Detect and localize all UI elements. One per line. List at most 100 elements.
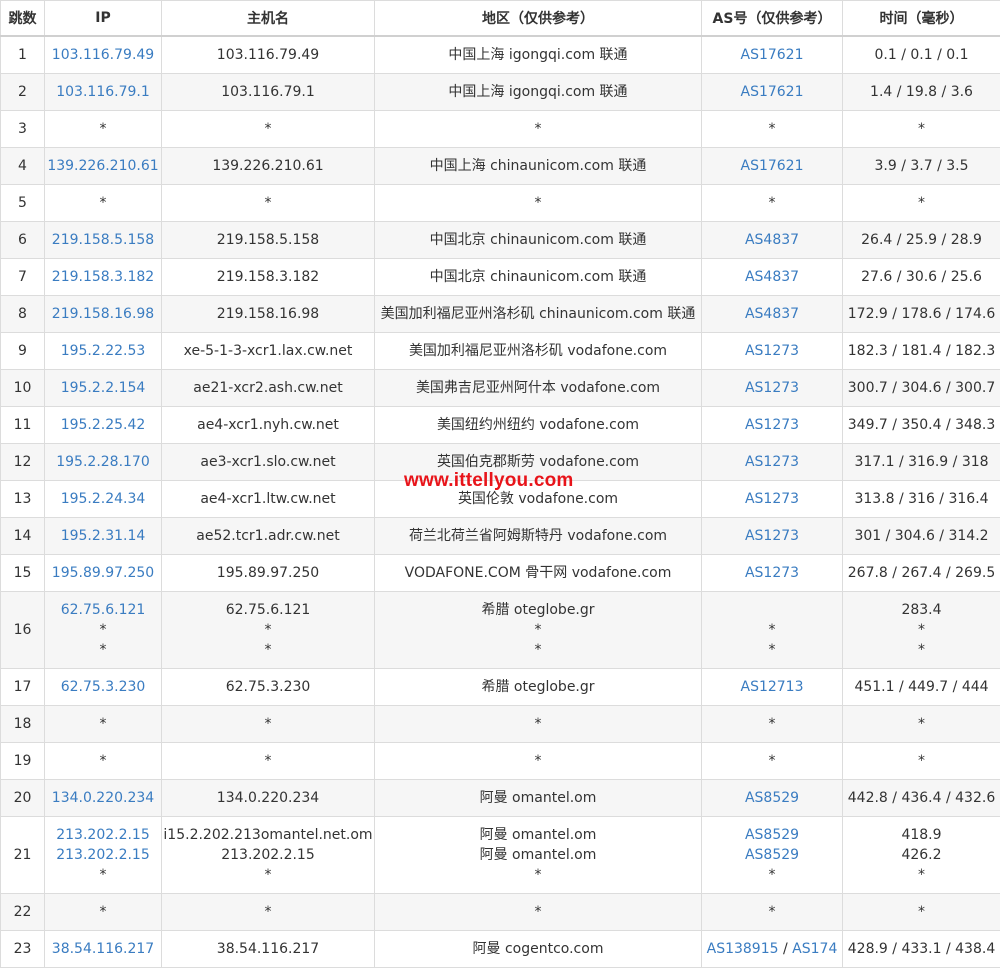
as-link[interactable]: AS174 — [792, 941, 837, 957]
header-time: 时间（毫秒） — [842, 0, 1000, 37]
as-number-link[interactable]: AS4837 — [703, 304, 842, 324]
ip-link[interactable]: 195.2.2.154 — [46, 378, 161, 398]
hostname-cell: 103.116.79.1 — [161, 72, 375, 111]
ip-cell: * — [44, 892, 162, 931]
location-cell: 希腊 oteglobe.gr — [374, 667, 702, 706]
as-number-link[interactable]: AS8529 — [703, 788, 842, 808]
location-value: * — [534, 903, 542, 920]
ip-cell: 134.0.220.234 — [44, 778, 162, 817]
ip-link[interactable]: 195.2.24.34 — [46, 489, 161, 509]
ip-link[interactable]: 134.0.220.234 — [46, 788, 161, 808]
location-value: * — [534, 120, 542, 137]
as-number-link[interactable]: AS17621 — [703, 82, 842, 102]
location-cell: 荷兰北荷兰省阿姆斯特丹 vodafone.com — [374, 516, 702, 555]
hop-cell: 2 — [0, 72, 45, 111]
location-value: 中国上海 igongqi.com 联通 — [448, 83, 628, 100]
ip-cell: * — [44, 183, 162, 222]
hostname-value: * — [264, 194, 272, 211]
hostname-cell: 103.116.79.49 — [161, 35, 375, 74]
location-cell: 阿曼 omantel.om 阿曼 omantel.om * — [374, 815, 702, 894]
table-row: 8 219.158.16.98 219.158.16.98 美国加利福尼亚州洛杉矶 c… — [0, 294, 1000, 333]
as-number-cell: AS4837 — [701, 220, 843, 259]
hostname-value: * — [264, 752, 272, 769]
table-row: 20 134.0.220.234 134.0.220.234 阿曼 omantel.o… — [0, 778, 1000, 817]
ip-link[interactable]: 103.116.79.49 — [46, 45, 161, 65]
location-cell: 美国加利福尼亚州洛杉矶 vodafone.com — [374, 331, 702, 370]
table-row: 19 * * * * * — [0, 741, 1000, 780]
ip-cell: 38.54.116.217 — [44, 929, 162, 968]
time-cell: 301 / 304.6 / 314.2 — [842, 516, 1000, 555]
as-number-link[interactable]: AS17621 — [703, 156, 842, 176]
as-number-link[interactable]: AS17621 — [703, 45, 842, 65]
ip-link[interactable]: 195.2.25.42 — [46, 415, 161, 435]
as-number-value: * — [768, 866, 776, 883]
table-row: 22 * * * * * — [0, 892, 1000, 931]
time-value: 451.1 / 449.7 / 444 — [854, 678, 989, 695]
ip-link[interactable]: 139.226.210.61 — [46, 156, 161, 176]
hop-cell: 14 — [0, 516, 45, 555]
time-value: 283.4 — [901, 601, 942, 618]
as-number-link[interactable]: AS8529 — [703, 845, 842, 865]
ip-link[interactable]: 62.75.3.230 — [46, 677, 161, 697]
as-number-link[interactable]: AS4837 — [703, 267, 842, 287]
ip-link[interactable]: 219.158.5.158 — [46, 230, 161, 250]
table-row: 13 195.2.24.34 ae4-xcr1.ltw.cw.net 英国伦敦 vod… — [0, 479, 1000, 518]
hostname-value: 134.0.220.234 — [216, 789, 320, 806]
hop-cell: 6 — [0, 220, 45, 259]
location-value: 英国伯克郡斯劳 vodafone.com — [436, 453, 640, 470]
location-cell: * — [374, 704, 702, 743]
as-number-link[interactable]: AS1273 — [703, 415, 842, 435]
hostname-value: 62.75.6.121 — [225, 601, 311, 618]
location-value: 中国北京 chinaunicom.com 联通 — [429, 268, 647, 285]
as-number-value: * — [768, 120, 776, 137]
ip-link[interactable]: 62.75.6.121 — [46, 600, 161, 620]
hop-cell: 13 — [0, 479, 45, 518]
as-number-link[interactable]: AS8529 — [703, 825, 842, 845]
ip-link[interactable]: 195.2.31.14 — [46, 526, 161, 546]
as-link[interactable]: AS138915 — [707, 941, 779, 957]
as-number-cell: AS8529 — [701, 778, 843, 817]
as-number-link[interactable]: AS1273 — [703, 378, 842, 398]
hostname-cell: * — [161, 704, 375, 743]
ip-link[interactable]: 38.54.116.217 — [46, 939, 161, 959]
time-cell: 313.8 / 316 / 316.4 — [842, 479, 1000, 518]
ip-link[interactable]: 213.202.2.15 — [46, 825, 161, 845]
location-value: 英国伦敦 vodafone.com — [457, 490, 619, 507]
as-number-link[interactable]: AS1273 — [703, 452, 842, 472]
as-number-cell: * — [701, 741, 843, 780]
ip-link[interactable]: 195.89.97.250 — [46, 563, 161, 583]
location-value: 阿曼 omantel.om — [479, 846, 597, 863]
as-number-link[interactable]: AS1273 — [703, 341, 842, 361]
as-number-value — [703, 600, 842, 620]
as-number-link[interactable]: AS4837 — [703, 230, 842, 250]
time-cell: 3.9 / 3.7 / 3.5 — [842, 146, 1000, 185]
ip-cell: 139.226.210.61 — [44, 146, 162, 185]
ip-cell: 195.2.25.42 — [44, 405, 162, 444]
ip-link[interactable]: 219.158.3.182 — [46, 267, 161, 287]
as-number-cell: AS8529 AS8529 * — [701, 815, 843, 894]
ip-link[interactable]: 195.2.22.53 — [46, 341, 161, 361]
as-number-link[interactable]: AS1273 — [703, 489, 842, 509]
ip-link[interactable]: 213.202.2.15 — [46, 845, 161, 865]
as-number-link[interactable]: AS12713 — [703, 677, 842, 697]
ip-link[interactable]: 219.158.16.98 — [46, 304, 161, 324]
hop-cell: 16 — [0, 590, 45, 669]
traceroute-table: 跳数 IP 主机名 地区（仅供参考） AS号（仅供参考） 时间（毫秒） 1 103… — [0, 0, 1000, 968]
ip-link[interactable]: 195.2.28.170 — [46, 452, 161, 472]
as-number-cell: AS1273 — [701, 368, 843, 407]
location-cell: VODAFONE.COM 骨干网 vodafone.com — [374, 553, 702, 592]
time-cell: * — [842, 741, 1000, 780]
ip-value: * — [99, 752, 107, 769]
table-row: 7 219.158.3.182 219.158.3.182 中国北京 chinauni… — [0, 257, 1000, 296]
time-value: 0.1 / 0.1 / 0.1 — [874, 46, 969, 63]
time-cell: * — [842, 892, 1000, 931]
hop-cell: 4 — [0, 146, 45, 185]
as-number-link[interactable]: AS1273 — [703, 526, 842, 546]
ip-link[interactable]: 103.116.79.1 — [46, 82, 161, 102]
table-row: 9 195.2.22.53 xe-5-1-3-xcr1.lax.cw.net 美国加利… — [0, 331, 1000, 370]
hostname-value: 219.158.16.98 — [216, 305, 320, 322]
as-number-link[interactable]: AS1273 — [703, 563, 842, 583]
hop-cell: 21 — [0, 815, 45, 894]
ip-cell: 195.2.24.34 — [44, 479, 162, 518]
table-row: 5 * * * * * — [0, 183, 1000, 222]
